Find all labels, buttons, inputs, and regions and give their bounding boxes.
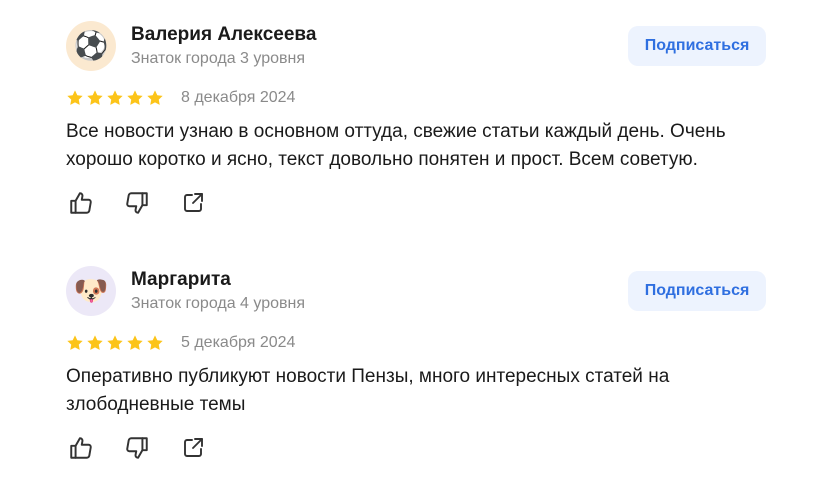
dislike-button[interactable] [124, 191, 150, 217]
author-badge: Знаток города 4 уровня [131, 295, 306, 312]
review-date: 5 декабря 2024 [181, 334, 296, 351]
star-icon [106, 89, 124, 107]
thumbs-down-icon [124, 190, 150, 219]
rating-stars [66, 89, 164, 107]
star-icon [86, 334, 104, 352]
star-icon [126, 334, 144, 352]
share-button[interactable] [180, 191, 206, 217]
author-name[interactable]: Валерия Алексеева [131, 24, 316, 46]
review-text: Оперативно публикуют новости Пензы, мног… [66, 366, 670, 415]
dislike-button[interactable] [124, 436, 150, 462]
avatar[interactable]: ⚽ [66, 21, 116, 71]
author-badge: Знаток города 3 уровня [131, 50, 306, 67]
star-icon [66, 89, 84, 107]
rating-stars [66, 334, 164, 352]
star-icon [106, 334, 124, 352]
thumbs-up-icon [68, 190, 94, 219]
star-icon [66, 334, 84, 352]
star-icon [146, 334, 164, 352]
author-name[interactable]: Маргарита [131, 269, 231, 291]
thumbs-down-icon [124, 435, 150, 464]
avatar[interactable]: 🐶 [66, 266, 116, 316]
review-text: Все новости узнаю в основном оттуда, све… [66, 121, 726, 170]
thumbs-up-icon [68, 435, 94, 464]
review-actions [68, 191, 206, 217]
like-button[interactable] [68, 191, 94, 217]
share-button[interactable] [180, 436, 206, 462]
like-button[interactable] [68, 436, 94, 462]
share-icon [181, 191, 205, 218]
star-icon [126, 89, 144, 107]
subscribe-button[interactable]: Подписаться [628, 271, 766, 311]
review-date: 8 декабря 2024 [181, 89, 296, 106]
share-icon [181, 436, 205, 463]
star-icon [86, 89, 104, 107]
star-icon [146, 89, 164, 107]
review-actions [68, 436, 206, 462]
subscribe-button[interactable]: Подписаться [628, 26, 766, 66]
